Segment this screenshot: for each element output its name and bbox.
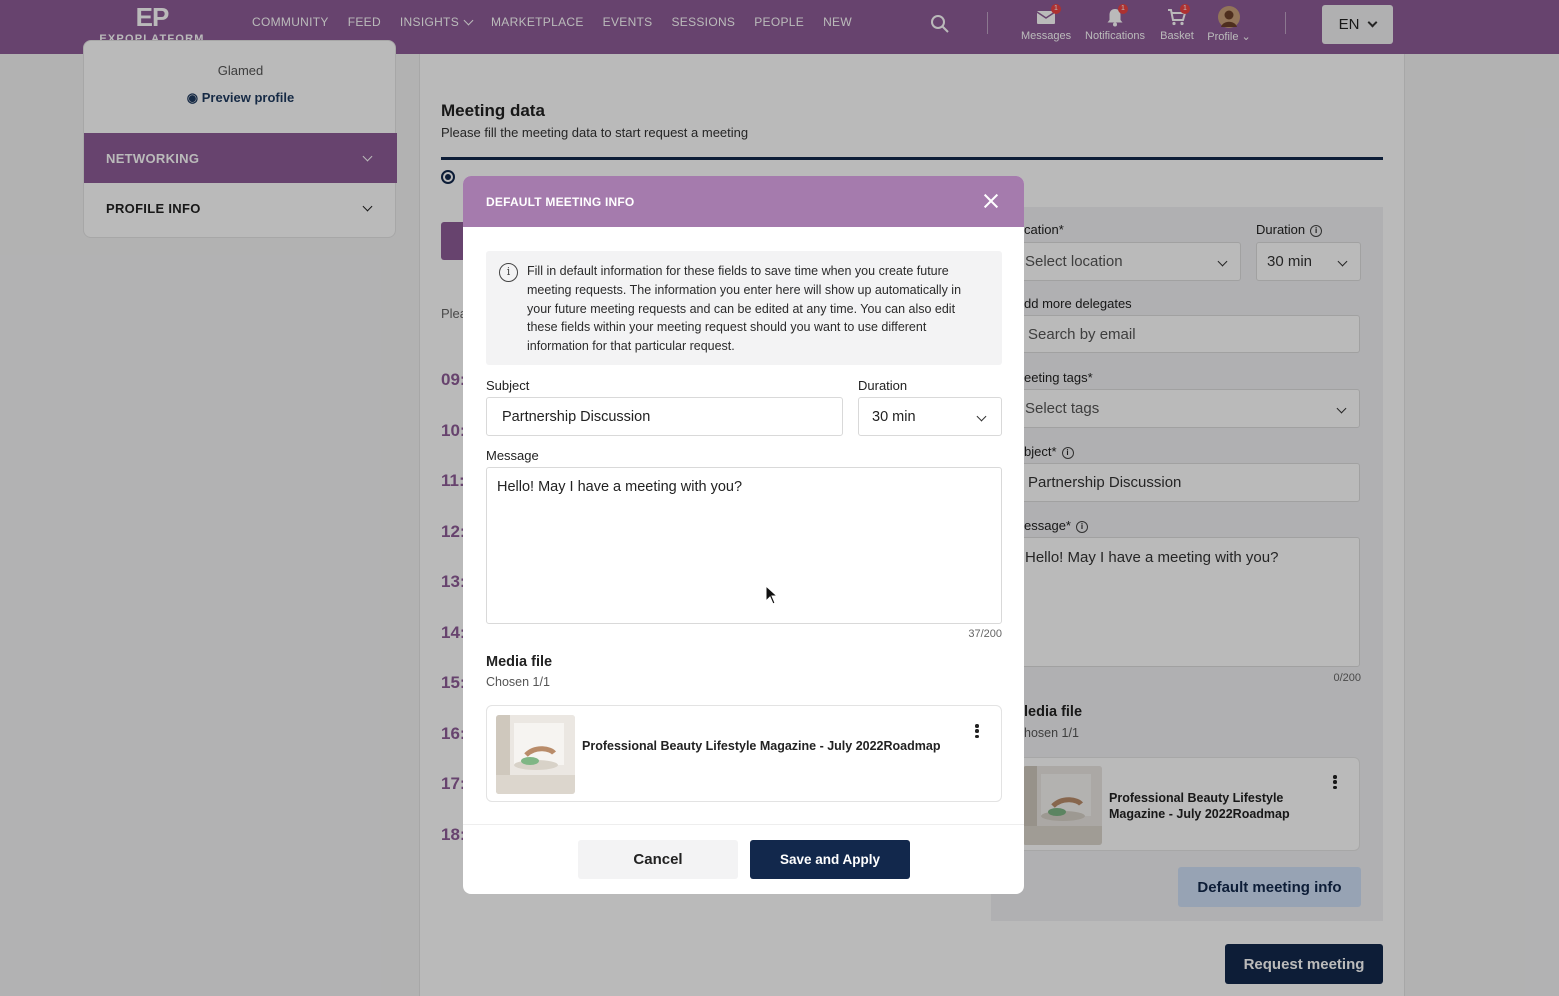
- message-label: Message: [486, 448, 539, 463]
- cancel-button[interactable]: Cancel: [578, 840, 738, 879]
- close-icon[interactable]: [984, 194, 998, 208]
- duration-value: 30 min: [872, 408, 916, 425]
- modal-title: DEFAULT MEETING INFO: [486, 194, 635, 209]
- info-notice: i Fill in default information for these …: [486, 251, 1002, 365]
- message-value: Hello! May I have a meeting with you?: [497, 479, 743, 495]
- info-notice-text: Fill in default information for these fi…: [527, 264, 962, 354]
- chevron-down-icon: [976, 411, 987, 422]
- kebab-menu-icon[interactable]: [975, 724, 979, 738]
- message-counter: 37/200: [968, 628, 1002, 640]
- save-and-apply-button[interactable]: Save and Apply: [750, 840, 910, 879]
- mouse-cursor-icon: [765, 585, 779, 605]
- subject-value: Partnership Discussion: [502, 408, 651, 425]
- modal-header: DEFAULT MEETING INFO: [463, 176, 1024, 227]
- media-file-title: Media file: [486, 654, 553, 670]
- message-textarea[interactable]: Hello! May I have a meeting with you?: [486, 467, 1002, 624]
- default-meeting-info-modal: DEFAULT MEETING INFO i Fill in default i…: [463, 176, 1024, 894]
- media-file-name: Professional Beauty Lifestyle Magazine -…: [582, 739, 941, 753]
- magazine-thumbnail-image: [496, 715, 575, 794]
- subject-input[interactable]: Partnership Discussion: [486, 397, 843, 436]
- duration-select[interactable]: 30 min: [858, 397, 1002, 436]
- subject-label: Subject: [486, 378, 530, 393]
- file-thumbnail: [496, 715, 575, 794]
- duration-label: Duration: [858, 378, 908, 393]
- divider: [463, 824, 1024, 825]
- media-file-card[interactable]: Professional Beauty Lifestyle Magazine -…: [486, 705, 1002, 802]
- info-icon: i: [499, 263, 518, 282]
- media-file-count: Chosen 1/1: [486, 675, 550, 689]
